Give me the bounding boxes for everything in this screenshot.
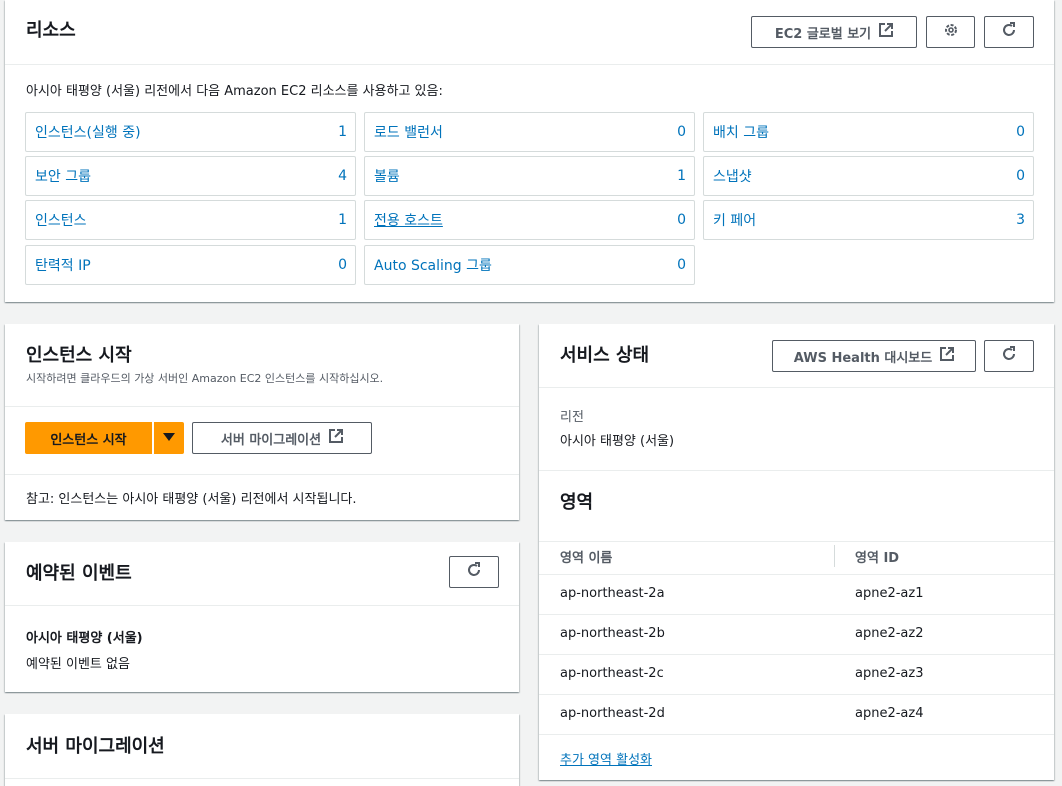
zone-name: ap-northeast-2c (560, 666, 664, 681)
resource-label: 배치 그룹 (713, 125, 769, 141)
events-refresh-button[interactable] (449, 556, 499, 588)
resource-label: 전용 호스트 (374, 213, 443, 229)
resource-load-balancers[interactable]: 로드 밸런서 0 (364, 112, 695, 152)
resources-refresh-button[interactable] (984, 16, 1034, 48)
resource-security-groups[interactable]: 보안 그룹 4 (25, 156, 356, 196)
zones-header-divider-top (539, 541, 1054, 542)
launch-instance-button[interactable]: 인스턴스 시작 (25, 422, 152, 454)
resource-count: 4 (338, 168, 347, 184)
resource-count: 3 (1016, 212, 1025, 228)
resource-placement-groups[interactable]: 배치 그룹 0 (703, 112, 1034, 152)
resource-label: 볼륨 (374, 169, 400, 185)
resource-key-pairs[interactable]: 키 페어 3 (703, 200, 1034, 240)
resource-dedicated-hosts[interactable]: 전용 호스트 0 (364, 200, 695, 240)
service-health-panel: 서비스 상태 AWS Health 대시보드 리전 아시아 태평양 (서울) 영… (539, 324, 1054, 780)
launch-divider-top (5, 406, 519, 407)
resource-instances-running[interactable]: 인스턴스(실행 중) 1 (25, 112, 356, 152)
events-title: 예약된 이벤트 (26, 563, 132, 584)
zone-name: ap-northeast-2b (560, 626, 665, 641)
resource-count: 1 (338, 124, 347, 140)
resource-label: Auto Scaling 그룹 (374, 258, 492, 274)
zones-title: 영역 (560, 492, 594, 513)
health-region-label: 리전 (560, 410, 584, 425)
ec2-global-view-label: EC2 글로벌 보기 (774, 26, 872, 42)
enable-zones-link[interactable]: 추가 영역 활성화 (560, 749, 652, 768)
gear-icon (943, 22, 959, 42)
launch-instance-panel: 인스턴스 시작 시작하려면 클라우드의 가상 서버인 Amazon EC2 인스… (5, 324, 519, 520)
zones-col-separator (834, 545, 835, 567)
resources-divider (5, 64, 1054, 65)
launch-instance-label: 인스턴스 시작 (50, 432, 127, 448)
zone-id: apne2-az1 (855, 586, 924, 601)
refresh-icon (466, 562, 482, 582)
zones-section: 영역 영역 이름 영역 ID ap-northeast-2a apne2-az1… (539, 470, 1054, 780)
resource-label: 로드 밸런서 (374, 125, 443, 141)
resource-count: 0 (677, 124, 686, 140)
events-region: 아시아 태평양 (서울) (26, 631, 143, 646)
events-empty: 예약된 이벤트 없음 (26, 657, 130, 672)
launch-title: 인스턴스 시작 (26, 345, 132, 366)
resource-label: 인스턴스(실행 중) (35, 125, 141, 141)
launch-note: 참고: 인스턴스는 아시아 태평양 (서울) 리전에서 시작됩니다. (26, 492, 357, 507)
resource-count: 0 (338, 257, 347, 273)
zone-name: ap-northeast-2a (560, 586, 665, 601)
external-link-icon (329, 429, 344, 447)
resource-count: 0 (1016, 168, 1025, 184)
aws-health-dashboard-label: AWS Health 대시보드 (793, 350, 933, 366)
resource-auto-scaling-groups[interactable]: Auto Scaling 그룹 0 (364, 245, 695, 285)
resource-count: 1 (338, 212, 347, 228)
resource-label: 스냅샷 (713, 169, 752, 185)
zones-col-id: 영역 ID (855, 551, 900, 566)
external-link-icon (879, 23, 894, 41)
resource-elastic-ips[interactable]: 탄력적 IP 0 (25, 245, 356, 285)
resources-panel: 리소스 EC2 글로벌 보기 아시아 태평양 (서울) 리전에서 다음 Amaz… (5, 0, 1054, 302)
table-row: ap-northeast-2c apne2-az3 (539, 654, 1054, 694)
refresh-icon (1001, 346, 1017, 366)
ec2-global-view-button[interactable]: EC2 글로벌 보기 (751, 16, 917, 48)
resource-label: 키 페어 (713, 213, 757, 229)
resource-count: 0 (1016, 124, 1025, 140)
resources-title: 리소스 (26, 20, 76, 41)
refresh-icon (1001, 22, 1017, 42)
server-migration-button[interactable]: 서버 마이그레이션 (192, 422, 372, 454)
zones-col-name: 영역 이름 (560, 551, 613, 566)
row-divider (539, 734, 1054, 735)
launch-subtitle: 시작하려면 클라우드의 가상 서버인 Amazon EC2 인스턴스를 시작하십… (26, 372, 384, 385)
table-row: ap-northeast-2a apne2-az1 (539, 574, 1054, 614)
table-row: ap-northeast-2b apne2-az2 (539, 614, 1054, 654)
scheduled-events-panel: 예약된 이벤트 아시아 태평양 (서울) 예약된 이벤트 없음 (5, 542, 519, 692)
resource-instances[interactable]: 인스턴스 1 (25, 200, 356, 240)
zone-name: ap-northeast-2d (560, 706, 665, 721)
migration-title: 서버 마이그레이션 (26, 736, 165, 757)
server-migration-label: 서버 마이그레이션 (220, 432, 322, 448)
table-row: ap-northeast-2d apne2-az4 (539, 694, 1054, 734)
migration-divider (5, 778, 519, 779)
health-divider (539, 387, 1054, 388)
zone-id: apne2-az2 (855, 626, 924, 641)
resource-count: 1 (677, 168, 686, 184)
settings-button[interactable] (926, 16, 975, 48)
resource-label: 인스턴스 (35, 213, 87, 229)
caret-down-icon (163, 430, 175, 446)
resource-label: 보안 그룹 (35, 169, 91, 185)
zone-id: apne2-az3 (855, 666, 924, 681)
health-refresh-button[interactable] (984, 340, 1034, 372)
aws-health-dashboard-button[interactable]: AWS Health 대시보드 (772, 340, 976, 372)
launch-divider-bottom (5, 474, 519, 475)
resources-description: 아시아 태평양 (서울) 리전에서 다음 Amazon EC2 리소스를 사용하… (26, 84, 443, 99)
resource-snapshots[interactable]: 스냅샷 0 (703, 156, 1034, 196)
resource-count: 0 (677, 257, 686, 273)
health-title: 서비스 상태 (560, 345, 650, 366)
server-migration-panel: 서버 마이그레이션 (5, 714, 519, 786)
resource-label: 탄력적 IP (35, 258, 91, 274)
zone-id: apne2-az4 (855, 706, 924, 721)
events-divider (5, 605, 519, 606)
external-link-icon (940, 347, 955, 365)
resource-count: 0 (677, 212, 686, 228)
resource-volumes[interactable]: 볼륨 1 (364, 156, 695, 196)
health-region-value: 아시아 태평양 (서울) (560, 434, 675, 449)
launch-dropdown-button[interactable] (154, 422, 184, 454)
